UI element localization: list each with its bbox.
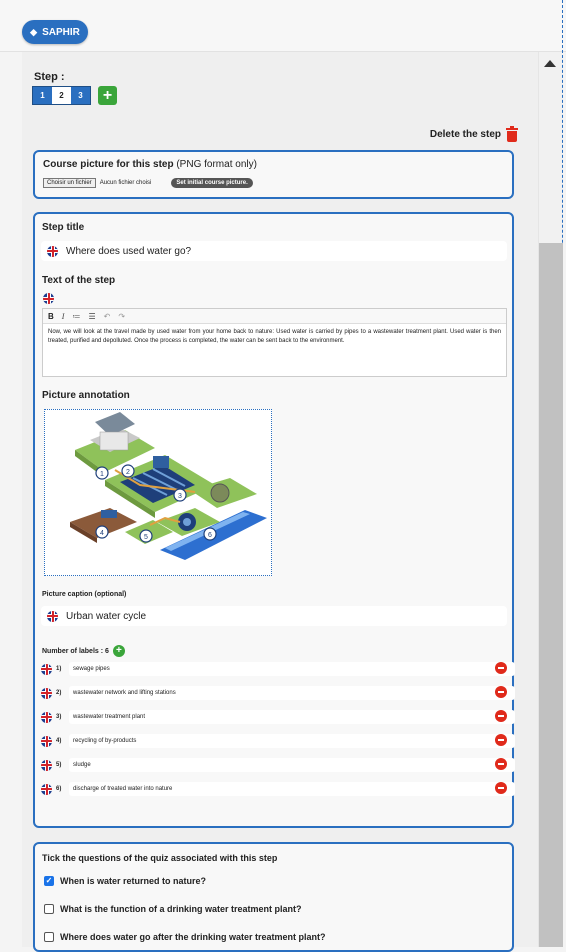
step-label: Step : [34, 71, 65, 83]
checkbox-checked[interactable]: ✓ [44, 876, 54, 886]
trash-icon[interactable] [506, 126, 518, 142]
quiz-question-item[interactable]: ✓ When is water returned to nature? [44, 876, 206, 886]
uk-flag-icon [41, 687, 52, 699]
step-text-editor[interactable]: B I ≔ ☰ ↶ ↷ Now, we will look at the tra… [42, 308, 507, 377]
quiz-question-text: What is the function of a drinking water… [60, 904, 302, 914]
svg-text:4: 4 [100, 530, 104, 537]
svg-text:3: 3 [178, 493, 182, 500]
label-row: 2) wastewater network and lifting statio… [41, 686, 518, 700]
uk-flag-icon [41, 735, 52, 747]
svg-text:2: 2 [126, 469, 130, 476]
marker-1[interactable]: 1 [95, 466, 109, 480]
scroll-up-arrow-icon[interactable] [544, 60, 556, 67]
saphir-home-button[interactable]: ◆ SAPHIR [22, 20, 88, 44]
quiz-questions-card: Tick the questions of the quiz associate… [33, 842, 514, 952]
remove-label-icon[interactable] [495, 710, 507, 722]
checkbox[interactable] [44, 932, 54, 942]
bold-button[interactable]: B [48, 312, 54, 321]
quiz-question-item[interactable]: Where does water go after the drinking w… [44, 932, 326, 942]
picture-annotation-label: Picture annotation [42, 390, 130, 401]
quiz-question-item[interactable]: What is the function of a drinking water… [44, 904, 302, 914]
remove-label-icon[interactable] [495, 686, 507, 698]
uk-flag-icon [47, 610, 58, 622]
step-title-field[interactable]: Where does used water go? [41, 241, 507, 261]
uk-flag-icon [41, 663, 52, 675]
marker-3[interactable]: 3 [173, 488, 187, 502]
step-tab-3[interactable]: 3 [71, 87, 90, 104]
step-tab-1[interactable]: 1 [33, 87, 52, 104]
checkbox[interactable] [44, 904, 54, 914]
label-row: 6) discharge of treated water into natur… [41, 782, 518, 796]
remove-label-icon[interactable] [495, 734, 507, 746]
quiz-question-text: Where does water go after the drinking w… [60, 932, 326, 942]
picture-caption-value: Urban water cycle [66, 610, 147, 622]
label-input[interactable]: wastewater network and lifting stations [69, 686, 515, 700]
editor-toolbar: B I ≔ ☰ ↶ ↷ [43, 309, 506, 324]
labels-count-label: Number of labels : 6 [42, 647, 109, 655]
labels-count: Number of labels : 6 + [42, 645, 125, 657]
water-cycle-illustration: 1 2 3 4 5 6 [70, 412, 267, 560]
file-upload-row: Choisir un fichier Aucun fichier choisi … [43, 178, 253, 188]
scroll-thumb[interactable] [539, 243, 563, 947]
marker-5[interactable]: 5 [139, 529, 153, 543]
svg-text:5: 5 [144, 534, 148, 541]
quiz-question-text: When is water returned to nature? [60, 876, 207, 886]
bullet-list-button[interactable]: ☰ [88, 312, 95, 321]
course-picture-title: Course picture for this step (PNG format… [43, 159, 257, 170]
delete-step-button[interactable]: Delete the step [429, 126, 518, 142]
remove-label-icon[interactable] [495, 662, 507, 674]
top-bar: ◆ SAPHIR [0, 0, 566, 52]
step-content-card: Step title Where does used water go? Tex… [33, 212, 515, 828]
picture-caption-field[interactable]: Urban water cycle [41, 606, 507, 626]
label-row: 4) recycling of by-products [41, 734, 518, 748]
step-editor-panel: Step : 1 2 3 + Delete the step Course pi… [22, 52, 538, 952]
redo-button[interactable]: ↷ [118, 312, 125, 321]
label-row: 1) sewage pipes [41, 662, 518, 676]
add-step-button[interactable]: + [98, 86, 117, 105]
step-title-label: Step title [42, 222, 85, 233]
course-picture-card: Course picture for this step (PNG format… [33, 150, 514, 199]
uk-flag-icon [41, 783, 52, 795]
vertical-scrollbar[interactable] [538, 52, 563, 947]
step-title-value: Where does used water go? [66, 245, 192, 257]
marker-6[interactable]: 6 [203, 527, 217, 541]
gem-icon: ◆ [30, 26, 38, 37]
label-input[interactable]: sewage pipes [69, 662, 515, 676]
saphir-label: SAPHIR [42, 26, 80, 38]
undo-button[interactable]: ↶ [104, 312, 111, 321]
annotated-picture[interactable]: 1 2 3 4 5 6 [44, 409, 272, 576]
step-text-content[interactable]: Now, we will look at the travel made by … [43, 324, 506, 350]
label-input[interactable]: discharge of treated water into nature [69, 782, 515, 796]
add-label-button[interactable]: + [112, 645, 125, 657]
remove-label-icon[interactable] [495, 758, 507, 770]
step-text-label: Text of the step [42, 275, 116, 286]
uk-flag-icon [41, 711, 52, 723]
step-tab-2[interactable]: 2 [52, 87, 71, 104]
step-tabs: 1 2 3 [32, 86, 91, 105]
label-input[interactable]: sludge [69, 758, 515, 772]
delete-step-label: Delete the step [429, 129, 501, 140]
label-row: 3) wastewater treatment plant [41, 710, 518, 724]
marker-2[interactable]: 2 [121, 464, 135, 478]
picture-caption-label: Picture caption (optional) [42, 591, 127, 598]
quiz-title: Tick the questions of the quiz associate… [42, 853, 278, 863]
remove-label-icon[interactable] [495, 782, 507, 794]
label-input[interactable]: wastewater treatment plant [69, 710, 515, 724]
italic-button[interactable]: I [62, 312, 65, 321]
uk-flag-icon [41, 759, 52, 771]
uk-flag-icon [47, 245, 58, 257]
svg-text:1: 1 [100, 471, 104, 478]
no-file-text: Aucun fichier choisi [99, 180, 152, 186]
numbered-list-button[interactable]: ≔ [72, 312, 80, 321]
svg-text:6: 6 [208, 532, 212, 539]
label-row: 5) sludge [41, 758, 518, 772]
label-input[interactable]: recycling of by-products [69, 734, 515, 748]
choose-file-button[interactable]: Choisir un fichier [43, 178, 96, 188]
set-initial-picture-button[interactable]: Set initial course picture. [171, 178, 253, 188]
marker-4[interactable]: 4 [95, 525, 109, 539]
uk-flag-icon [43, 293, 54, 304]
